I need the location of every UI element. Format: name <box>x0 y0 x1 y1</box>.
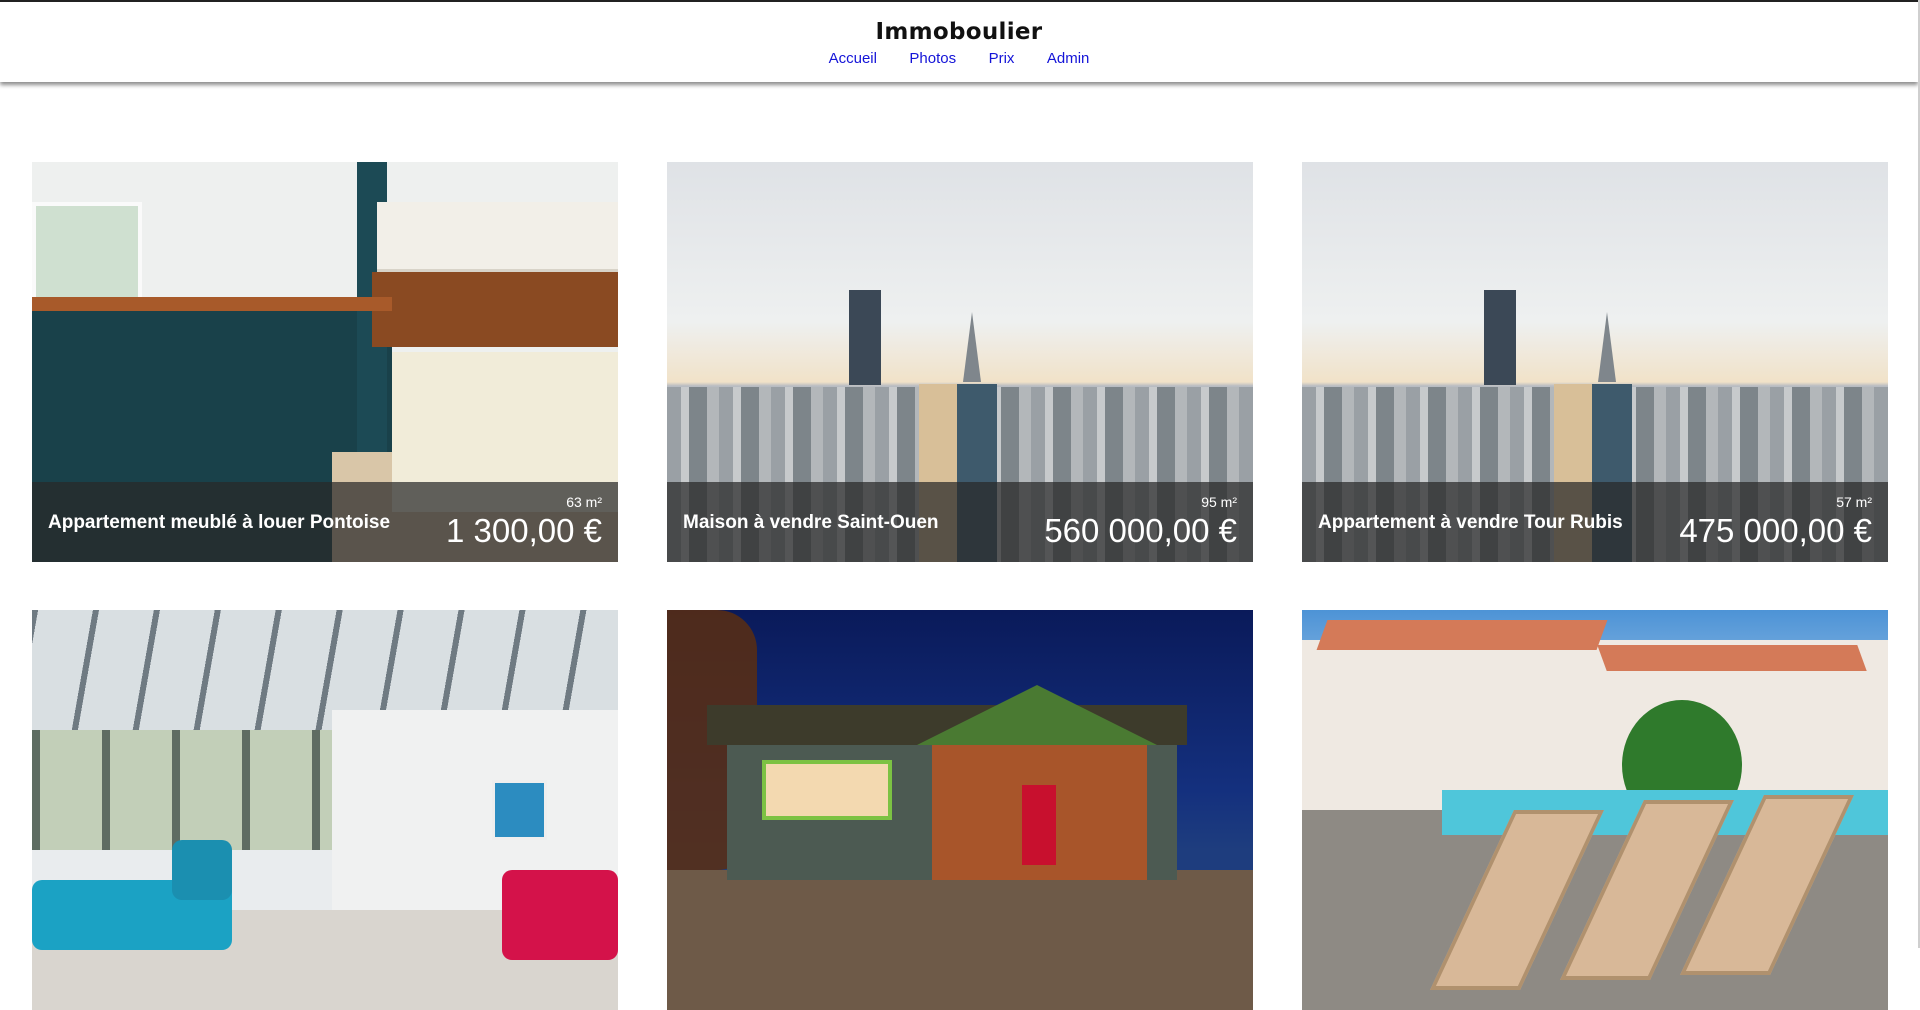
nav-link-prix[interactable]: Prix <box>989 50 1015 67</box>
listing-card[interactable] <box>32 610 618 1010</box>
listings-grid: 63 m² Appartement meublé à louer Pontois… <box>32 162 1888 1010</box>
listing-photo-house-at-night <box>667 610 1253 1010</box>
listing-price: 475 000,00 € <box>1679 512 1872 549</box>
site-header: Immoboulier Accueil Photos Prix Admin <box>0 2 1918 82</box>
listing-card[interactable] <box>1302 610 1888 1010</box>
listing-photo-veranda-living-room <box>32 610 618 1010</box>
listing-card[interactable]: 63 m² Appartement meublé à louer Pontois… <box>32 162 618 562</box>
main-nav: Accueil Photos Prix Admin <box>0 50 1918 68</box>
listing-card[interactable] <box>667 610 1253 1010</box>
listing-area: 57 m² <box>1836 494 1872 510</box>
listing-info-overlay: 63 m² Appartement meublé à louer Pontois… <box>32 482 618 562</box>
listing-area: 63 m² <box>566 494 602 510</box>
listing-title: Appartement à vendre Tour Rubis <box>1318 512 1623 533</box>
listing-card[interactable]: 95 m² Maison à vendre Saint-Ouen 560 000… <box>667 162 1253 562</box>
listing-price: 560 000,00 € <box>1044 512 1237 549</box>
listing-price: 1 300,00 € <box>446 512 602 549</box>
listing-card[interactable]: 57 m² Appartement à vendre Tour Rubis 47… <box>1302 162 1888 562</box>
nav-link-photos[interactable]: Photos <box>909 50 956 67</box>
listing-info-overlay: 57 m² Appartement à vendre Tour Rubis 47… <box>1302 482 1888 562</box>
listing-photo-villa-pool <box>1302 610 1888 1010</box>
site-brand[interactable]: Immoboulier <box>0 19 1918 45</box>
listing-info-overlay: 95 m² Maison à vendre Saint-Ouen 560 000… <box>667 482 1253 562</box>
listing-title: Appartement meublé à louer Pontoise <box>48 512 391 533</box>
nav-link-accueil[interactable]: Accueil <box>829 50 877 67</box>
listing-title: Maison à vendre Saint-Ouen <box>683 512 939 533</box>
listing-area: 95 m² <box>1201 494 1237 510</box>
nav-link-admin[interactable]: Admin <box>1047 50 1090 67</box>
